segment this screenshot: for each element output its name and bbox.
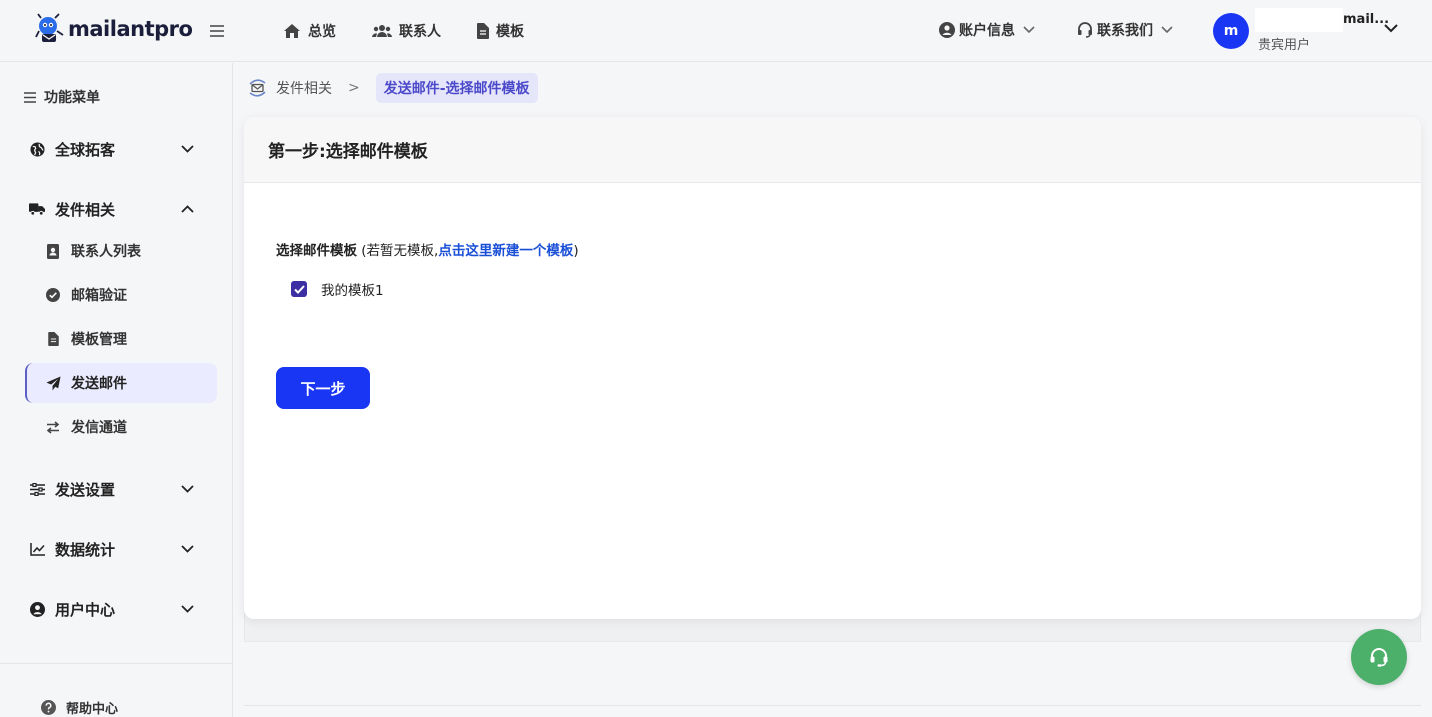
sidebar-item-email-verify[interactable]: 邮箱验证 — [25, 275, 217, 315]
sidebar-group-statistics[interactable]: 数据统计 — [29, 537, 209, 561]
breadcrumb: 发件相关 > 发送邮件-选择邮件模板 — [247, 73, 538, 103]
field-label-text: 选择邮件模板 — [276, 243, 357, 259]
sidebar-group-label: 全球拓客 — [55, 140, 116, 159]
sidebar-group-global-prospecting[interactable]: 全球拓客 — [29, 137, 209, 161]
user-circle-icon — [939, 22, 955, 38]
globe-icon — [29, 141, 45, 157]
chevron-down-icon — [1023, 26, 1035, 34]
sidebar-group-user-center[interactable]: 用户中心 — [29, 597, 209, 621]
chevron-down-icon — [179, 545, 195, 553]
home-icon — [283, 23, 301, 39]
truck-icon — [29, 202, 45, 216]
help-center-link[interactable]: 帮助中心 — [41, 698, 118, 717]
list-icon — [24, 91, 36, 103]
chevron-down-icon — [1161, 26, 1173, 34]
paper-plane-icon — [45, 375, 61, 391]
account-info-label: 账户信息 — [959, 23, 1015, 39]
user-avatar[interactable]: m — [1213, 13, 1249, 49]
sidebar-item-label: 发信通道 — [71, 420, 127, 436]
chevron-down-icon — [179, 145, 195, 153]
sidebar-item-contact-list[interactable]: 联系人列表 — [25, 231, 217, 271]
check-circle-icon — [45, 288, 61, 302]
sidebar-footer: 帮助中心 — [0, 663, 233, 717]
swap-arrows-icon — [45, 420, 61, 434]
topnav-label: 模板 — [496, 24, 524, 40]
topnav-overview[interactable]: 总览 — [283, 21, 336, 41]
sidebar-item-label: 模板管理 — [71, 332, 127, 348]
account-info-dropdown[interactable]: 账户信息 — [939, 20, 1039, 40]
user-role: 贵宾用户 — [1258, 38, 1311, 53]
sidebar-group-label: 用户中心 — [55, 600, 116, 619]
mail-swirl-icon — [247, 78, 268, 98]
top-header: mailantpro 总览 联系人 模板 账户信息 联系我们 m mail...… — [0, 0, 1432, 62]
field-hint-suffix: ) — [573, 243, 579, 259]
checkmark-icon — [293, 284, 305, 294]
top-navigation: 总览 联系人 模板 — [283, 0, 560, 62]
sidebar-group-label: 发送设置 — [55, 480, 116, 499]
template-option[interactable]: 我的模板1 — [291, 279, 384, 299]
line-chart-icon — [29, 542, 45, 556]
user-email: mail... — [1343, 12, 1390, 27]
support-chat-button[interactable] — [1351, 629, 1407, 685]
breadcrumb-separator: > — [348, 80, 360, 96]
sidebar-item-label: 发送邮件 — [71, 376, 127, 392]
sidebar-item-template-management[interactable]: 模板管理 — [25, 319, 217, 359]
contact-us-label: 联系我们 — [1097, 23, 1153, 39]
sidebar-group-send-settings[interactable]: 发送设置 — [29, 477, 209, 501]
brand-name: mailantpro — [68, 17, 193, 41]
topnav-label: 总览 — [308, 24, 336, 40]
contact-book-icon — [45, 243, 61, 259]
file-icon — [477, 23, 489, 39]
sidebar-item-send-email[interactable]: 发送邮件 — [25, 363, 217, 403]
sidebar-group-label: 发件相关 — [55, 200, 116, 219]
sidebar-group-sending[interactable]: 发件相关 — [29, 197, 209, 221]
sidebar-title-label: 功能菜单 — [44, 90, 100, 106]
sidebar-item-label: 邮箱验证 — [71, 288, 127, 304]
user-circle-icon — [29, 601, 45, 617]
breadcrumb-parent[interactable]: 发件相关 — [276, 78, 332, 98]
topnav-contacts[interactable]: 联系人 — [372, 21, 441, 41]
redacted-email-mask — [1255, 8, 1343, 32]
sidebar-title: 功能菜单 — [24, 87, 100, 107]
chevron-down-icon — [179, 605, 195, 613]
brand-logo[interactable]: mailantpro — [34, 12, 193, 46]
file-icon — [45, 332, 61, 346]
template-checkbox[interactable] — [291, 281, 307, 297]
sidebar: 功能菜单 全球拓客 发件相关 联系人列表 邮箱验证 模板管理 发送邮件 发信通道… — [0, 63, 233, 717]
breadcrumb-current: 发送邮件-选择邮件模板 — [375, 73, 538, 103]
chevron-down-icon — [179, 485, 195, 493]
template-field-label: 选择邮件模板 (若暂无模板,点击这里新建一个模板) — [276, 239, 579, 259]
ant-mascot-icon — [34, 13, 66, 45]
help-center-label: 帮助中心 — [66, 702, 119, 717]
sidebar-group-label: 数据统计 — [55, 540, 116, 559]
chevron-up-icon — [179, 205, 195, 213]
field-hint-prefix: (若暂无模板, — [357, 243, 439, 259]
select-template-card: 第一步:选择邮件模板 选择邮件模板 (若暂无模板,点击这里新建一个模板) 我的模… — [244, 117, 1421, 619]
topnav-templates[interactable]: 模板 — [477, 21, 524, 41]
question-circle-icon — [41, 700, 56, 715]
chevron-down-icon[interactable] — [1384, 24, 1398, 33]
sidebar-item-label: 联系人列表 — [71, 244, 141, 260]
users-icon — [372, 23, 392, 39]
topnav-label: 联系人 — [399, 24, 441, 40]
card-header: 第一步:选择邮件模板 — [244, 117, 1421, 183]
template-option-label: 我的模板1 — [321, 283, 384, 299]
headset-icon — [1368, 646, 1390, 668]
sidebar-item-sending-channel[interactable]: 发信通道 — [25, 407, 217, 447]
content-divider — [244, 705, 1421, 706]
create-template-link[interactable]: 点击这里新建一个模板 — [438, 243, 573, 259]
next-step-button[interactable]: 下一步 — [276, 367, 370, 409]
headset-icon — [1077, 22, 1093, 38]
hamburger-menu-icon[interactable] — [207, 21, 227, 41]
card-title: 第一步:选择邮件模板 — [268, 142, 428, 162]
sliders-icon — [29, 482, 45, 496]
contact-us-dropdown[interactable]: 联系我们 — [1077, 20, 1177, 40]
